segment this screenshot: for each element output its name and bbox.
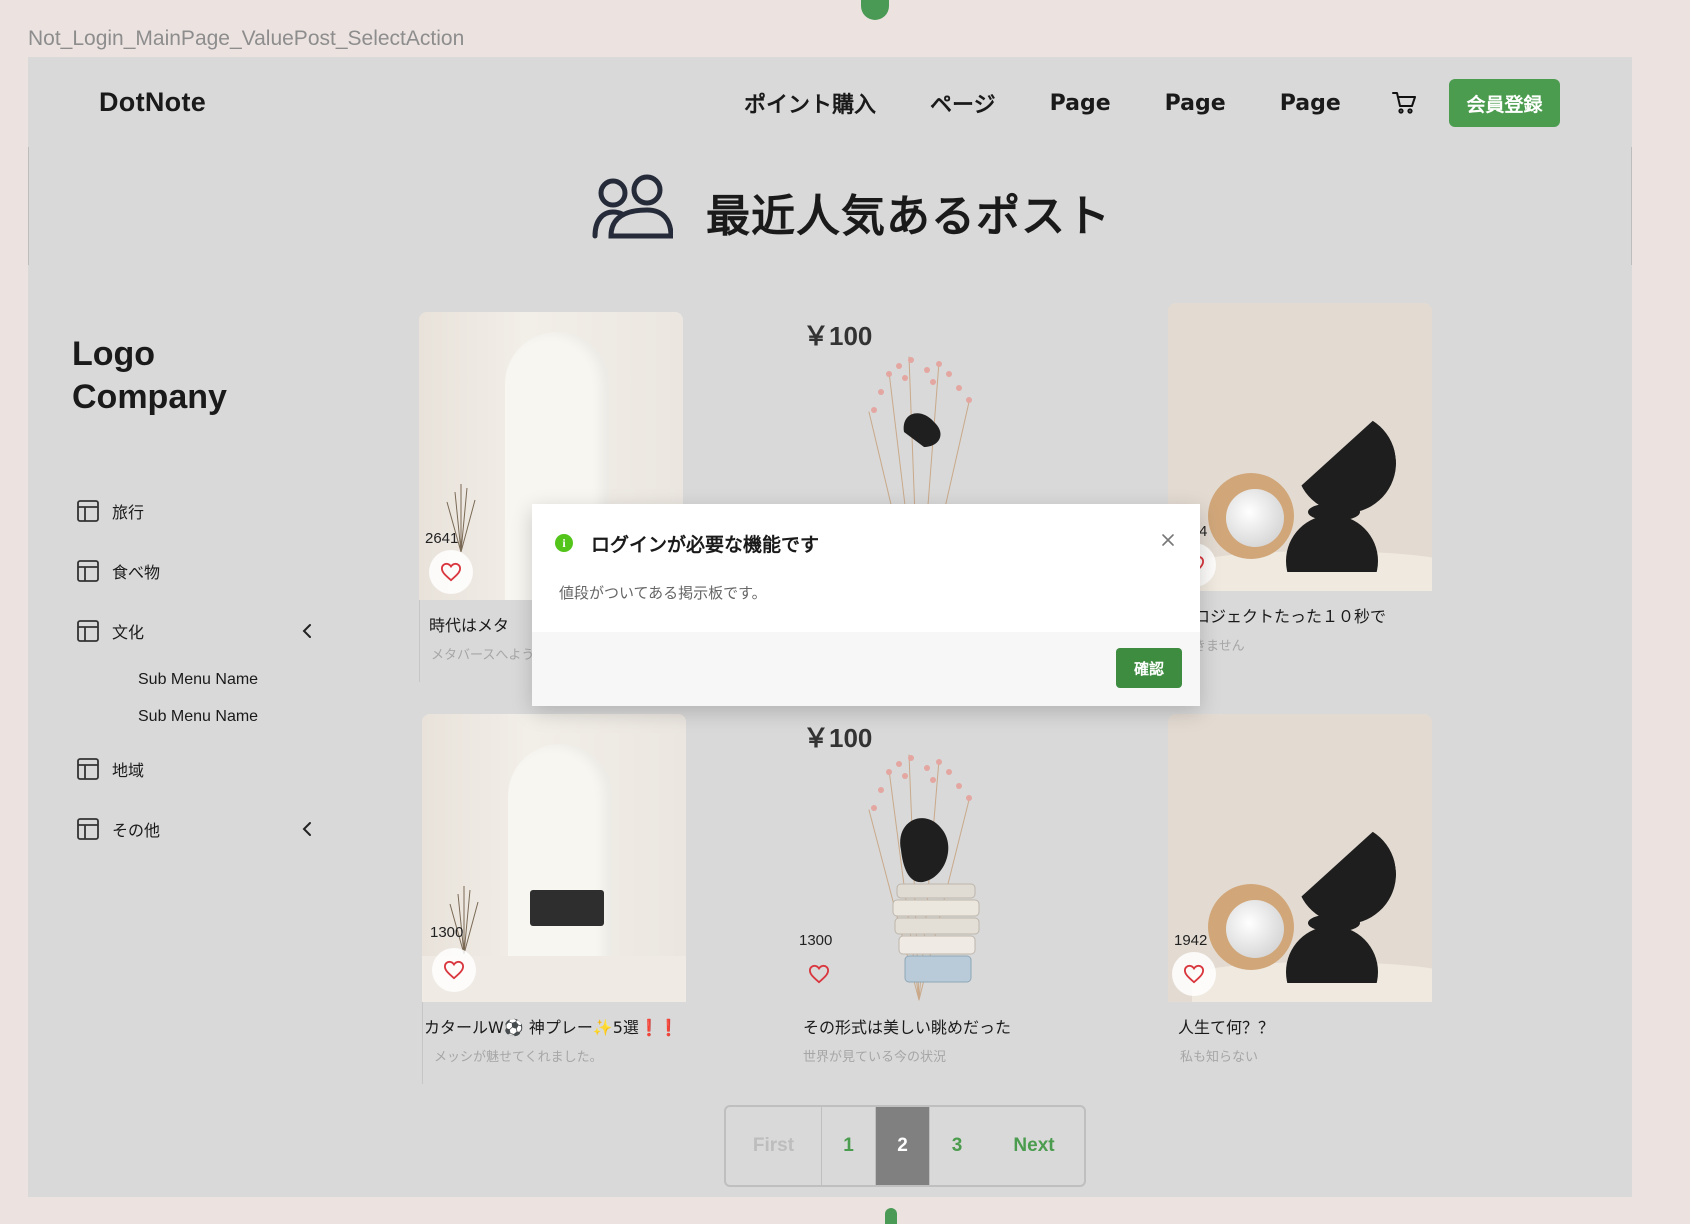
like-button[interactable] (432, 948, 476, 992)
post-card[interactable]: 8274 プロジェクトたった１０秒で できません (1168, 303, 1432, 654)
like-count: 2641 (425, 530, 459, 547)
post-image[interactable]: ￥100 1300 (797, 714, 1061, 1002)
post-image[interactable]: 1942 (1168, 714, 1432, 1002)
layout-icon (77, 620, 99, 642)
confirm-button[interactable]: 確認 (1116, 648, 1182, 688)
chevron-left-icon[interactable] (300, 620, 314, 642)
like-count: 1942 (1174, 932, 1208, 949)
divider (1631, 147, 1632, 265)
like-count: 1300 (430, 924, 464, 941)
sidebar-item-label: 文化 (112, 623, 145, 642)
sidebar-subitem[interactable]: Sub Menu Name (72, 661, 292, 698)
frame-label: Not_Login_MainPage_ValuePost_SelectActio… (28, 27, 465, 50)
modal-footer (532, 632, 1200, 706)
pagination-first[interactable]: First (726, 1107, 822, 1185)
heart-icon (1183, 964, 1205, 984)
post-card-paid[interactable]: ￥100 1300 その形式は美しい眺めだった 世界が見ている今の状況 (797, 714, 1061, 1065)
pagination-page-3[interactable]: 3 (930, 1107, 984, 1185)
post-card[interactable]: 1300 カタールW⚽ 神プレー✨5選❗❗ メッシが魅せてくれました。 (422, 714, 686, 1084)
pagination: First 1 2 3 Next (724, 1105, 1086, 1187)
post-subtitle: 私も知らない (1180, 1050, 1259, 1065)
post-title: カタールW⚽ 神プレー✨5選❗❗ (422, 1014, 686, 1038)
top-nav: ポイント購入 ページ Page Page Page (744, 79, 1479, 127)
sidebar-item-food[interactable]: 食べ物 (72, 541, 292, 601)
post-price: ￥100 (803, 321, 873, 351)
page-title: 最近人気あるポスト (706, 191, 1111, 242)
post-title-marks: ❗❗ (638, 1018, 679, 1037)
flow-connector-bottom (885, 1208, 897, 1224)
logo-line-1: Logo (72, 335, 156, 373)
chevron-left-icon[interactable] (300, 818, 314, 840)
sidebar-item-region[interactable]: 地域 (72, 739, 292, 799)
sidebar-item-travel[interactable]: 旅行 (72, 481, 292, 541)
nav-item-page-jp[interactable]: ページ (930, 87, 996, 119)
sidebar-item-label: 食べ物 (112, 563, 161, 582)
post-image[interactable]: 8274 (1168, 303, 1432, 591)
sidebar-item-label: その他 (112, 821, 161, 840)
pagination-page-2-current[interactable]: 2 (876, 1107, 930, 1185)
heart-icon (440, 562, 462, 582)
page-canvas: DotNote ポイント購入 ページ Page Page Page 会員登録 最… (28, 57, 1632, 1197)
nav-item-page-2[interactable]: Page (1165, 91, 1226, 116)
sidebar-item-culture[interactable]: 文化 (72, 601, 311, 661)
modal-title: ログインが必要な機能です (591, 534, 820, 556)
cart-icon[interactable] (1391, 89, 1419, 117)
close-icon[interactable] (1158, 530, 1178, 550)
pagination-page-1[interactable]: 1 (822, 1107, 876, 1185)
sidebar-item-label: 地域 (112, 761, 145, 780)
brand-logo[interactable]: DotNote (99, 87, 206, 118)
like-button[interactable] (797, 952, 841, 996)
users-icon (591, 174, 674, 240)
layout-icon (77, 818, 99, 840)
login-required-modal: i ログインが必要な機能です 値段がついてある掲示板です。 確認 (532, 504, 1200, 706)
pagination-next[interactable]: Next (984, 1107, 1084, 1185)
modal-body: 値段がついてある掲示板です。 (559, 584, 767, 602)
sidebar-subitem[interactable]: Sub Menu Name (72, 698, 292, 735)
sidebar-menu: 旅行 食べ物 文化 Sub Menu Name Sub Menu Name 地域… (72, 481, 311, 859)
post-title: 人生て何？？ (1178, 1018, 1275, 1037)
company-logo: Logo Company (72, 333, 227, 419)
sidebar-item-other[interactable]: その他 (72, 799, 311, 859)
post-subtitle: メッシが魅せてくれました。 (434, 1050, 603, 1065)
like-button[interactable] (1172, 952, 1216, 996)
logo-line-2: Company (72, 378, 227, 416)
post-title: その形式は美しい眺めだった (803, 1018, 1012, 1037)
nav-item-point-purchase[interactable]: ポイント購入 (744, 87, 876, 119)
heart-icon (443, 960, 465, 980)
flow-connector-top (861, 0, 889, 20)
layout-icon (77, 500, 99, 522)
signup-button[interactable]: 会員登録 (1449, 79, 1560, 127)
layout-icon (77, 758, 99, 780)
post-card[interactable]: 1942 人生て何？？ 私も知らない (1168, 714, 1432, 1065)
post-image[interactable]: 1300 (422, 714, 686, 1002)
post-subtitle: できません (1180, 639, 1245, 654)
info-icon: i (555, 534, 573, 552)
divider (28, 147, 29, 265)
like-button[interactable] (429, 550, 473, 594)
heart-icon (808, 964, 830, 984)
sidebar-item-label: 旅行 (112, 503, 145, 522)
nav-item-page-1[interactable]: Page (1050, 91, 1111, 116)
layout-icon (77, 560, 99, 582)
post-subtitle: 世界が見ている今の状況 (803, 1050, 947, 1065)
post-title: プロジェクトたった１０秒で (1178, 607, 1387, 626)
nav-item-page-3[interactable]: Page (1280, 91, 1341, 116)
post-title-text: カタールW⚽ 神プレー✨5選 (424, 1018, 639, 1037)
like-count: 1300 (799, 932, 833, 949)
